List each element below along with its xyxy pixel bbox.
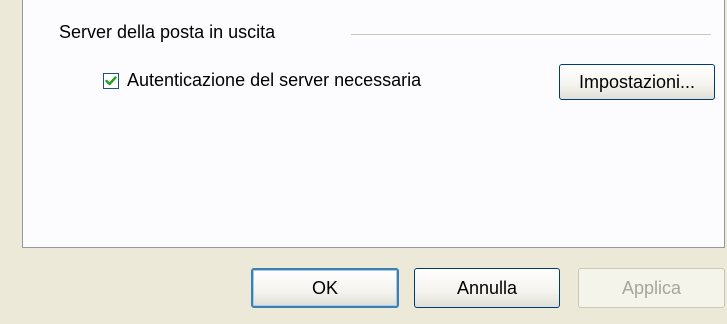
cancel-button[interactable]: Annulla — [414, 268, 560, 308]
apply-button[interactable]: Applica — [578, 268, 725, 308]
ok-button[interactable]: OK — [251, 268, 399, 308]
checkmark-icon — [105, 76, 117, 86]
auth-required-label[interactable]: Autenticazione del server necessaria — [127, 70, 421, 91]
group-divider — [351, 34, 711, 35]
settings-button[interactable]: Impostazioni... — [559, 64, 715, 100]
tab-panel: Server della posta in uscita Autenticazi… — [22, 0, 725, 248]
group-title-outgoing-server: Server della posta in uscita — [59, 22, 286, 43]
auth-required-checkbox[interactable] — [103, 73, 119, 89]
